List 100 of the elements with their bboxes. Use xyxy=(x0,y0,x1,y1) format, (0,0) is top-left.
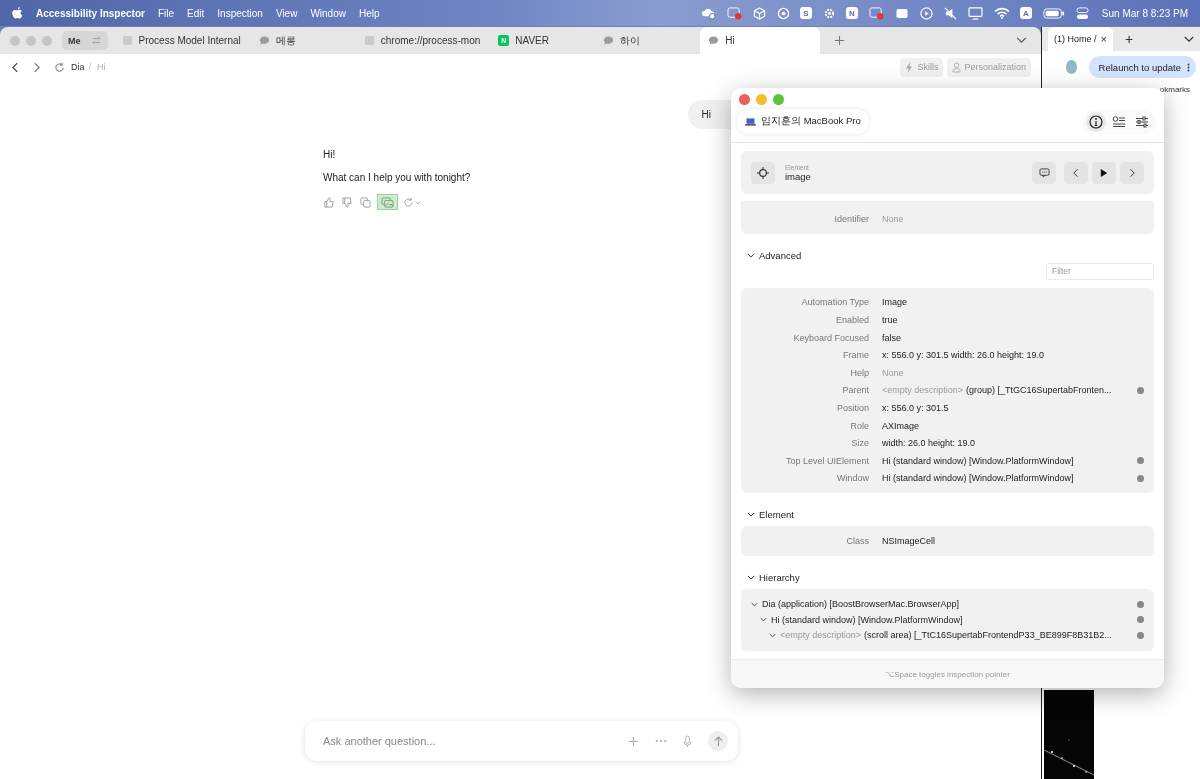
menu-extra-icon[interactable] xyxy=(894,7,909,19)
browser-tab[interactable]: Process Model Internal xyxy=(113,27,251,54)
message-action-button[interactable] xyxy=(323,195,336,209)
status-icon[interactable]: A xyxy=(1019,7,1032,19)
cube-icon[interactable] xyxy=(752,6,766,20)
plus-icon[interactable] xyxy=(628,735,639,747)
chevron-down-icon[interactable] xyxy=(1184,35,1194,43)
microphone-icon[interactable] xyxy=(683,734,692,748)
menu-item[interactable]: File xyxy=(157,7,175,19)
cloud-icon[interactable] xyxy=(700,6,716,20)
more-vertical-icon xyxy=(1187,61,1190,73)
display-icon[interactable] xyxy=(967,6,983,20)
tree-item[interactable]: (scroll area) [_TtC16SupertabFrontendP33_BE899F8B31B2... xyxy=(864,630,1112,641)
message-action-button[interactable] xyxy=(341,195,354,209)
menu-item[interactable]: Inspection xyxy=(217,7,263,19)
navigate-icon[interactable] xyxy=(1137,457,1144,465)
apple-logo-icon[interactable] xyxy=(12,6,23,20)
close-tab-icon[interactable]: × xyxy=(1100,33,1107,45)
property-value: x: 556.0 y: 301.5 xyxy=(882,402,949,413)
more-icon[interactable] xyxy=(655,739,667,743)
message-action-button[interactable] xyxy=(359,195,372,209)
battery-icon[interactable] xyxy=(1042,7,1065,19)
property-value: x: 556.0 y: 301.5 width: 26.0 height: 19.0 xyxy=(882,350,1045,361)
property-label: Keyboard Focused xyxy=(792,332,869,343)
forward-icon[interactable] xyxy=(33,61,40,73)
relaunch-button[interactable]: Relaunch to update xyxy=(1088,56,1196,78)
play-icon[interactable] xyxy=(919,6,933,20)
send-button[interactable] xyxy=(708,731,728,751)
laptop-icon xyxy=(745,117,756,126)
property-label: Class xyxy=(845,535,869,546)
avatar-icon[interactable] xyxy=(1066,60,1077,74)
property-label: Role xyxy=(849,420,869,431)
breadcrumb-item[interactable]: Dia xyxy=(71,62,85,72)
property-value: NSImageCell xyxy=(882,535,936,546)
status-icon[interactable]: N xyxy=(845,7,858,19)
wifi-icon[interactable] xyxy=(993,7,1010,19)
menu-item[interactable]: View xyxy=(275,7,298,19)
disclosure-icon[interactable] xyxy=(747,574,755,580)
menu-bar-clock[interactable]: Sun Mar 8 8:23 PM xyxy=(1101,7,1188,19)
device-picker[interactable]: 임지훈의 MacBook Pro xyxy=(737,109,869,134)
browser-tab[interactable]: 하이 xyxy=(595,27,701,54)
tree-item[interactable]: Hi (standard window) [Window.PlatformWindow] xyxy=(771,614,963,625)
bolt-icon xyxy=(905,61,915,73)
section-header[interactable]: Element xyxy=(741,493,1154,527)
gear-icon[interactable] xyxy=(822,6,836,20)
back-icon[interactable] xyxy=(12,61,19,73)
page-icon xyxy=(121,35,133,46)
property-label: Frame xyxy=(842,350,869,361)
new-tab-icon[interactable] xyxy=(834,35,846,46)
close-icon[interactable] xyxy=(739,94,750,105)
retry-icon xyxy=(404,196,422,208)
menu-item[interactable]: Help xyxy=(358,7,380,19)
swap-icon[interactable] xyxy=(90,35,102,46)
message-action-button[interactable] xyxy=(403,195,423,209)
browser-tab[interactable]: Hi xyxy=(700,27,821,54)
minimize-icon[interactable] xyxy=(756,94,767,105)
zoom-icon[interactable] xyxy=(773,94,784,105)
disclosure-icon[interactable] xyxy=(747,512,755,518)
record-icon[interactable] xyxy=(726,6,742,20)
property-value: Hi (standard window) [Window.PlatformWindow] xyxy=(882,473,1074,484)
navigate-icon[interactable] xyxy=(1137,386,1144,394)
record-icon[interactable] xyxy=(868,6,884,20)
chevron-down-icon[interactable] xyxy=(1016,37,1027,44)
pinned-tab[interactable]: Me xyxy=(62,31,108,50)
property-value: Hi (standard window) [Window.PlatformWindow] xyxy=(882,455,1074,466)
chevron-right-icon xyxy=(1129,167,1135,178)
disclosure-icon[interactable] xyxy=(747,252,755,258)
filter-field[interactable]: Filter xyxy=(1046,262,1154,280)
navigate-icon[interactable] xyxy=(1137,474,1144,482)
chat-bubble-icon xyxy=(708,35,720,46)
crosshair-icon xyxy=(757,166,769,179)
reload-icon[interactable] xyxy=(54,61,65,73)
property-label: Help xyxy=(849,367,869,378)
status-icon[interactable]: S xyxy=(799,7,812,19)
breadcrumb-separator: / xyxy=(88,62,92,72)
message-action-button[interactable] xyxy=(377,194,398,210)
info-icon[interactable] xyxy=(1086,111,1106,132)
tree-item[interactable]: Dia (application) [BoostBrowserMac.BrowserApp] xyxy=(762,599,960,610)
browser-tab[interactable]: 메롱 xyxy=(250,27,356,54)
app-menu[interactable]: Accessibility Inspector xyxy=(36,7,145,19)
speech-bubble-button[interactable] xyxy=(1032,161,1056,184)
play-icon xyxy=(1100,167,1108,178)
property-value: Image xyxy=(882,297,907,308)
bookmarks-label[interactable]: okmarks xyxy=(1159,85,1190,94)
menu-item[interactable]: Window xyxy=(310,7,346,19)
chat-bubble-icon xyxy=(603,35,615,46)
speaker-muted-icon[interactable] xyxy=(943,6,957,20)
play-button[interactable] xyxy=(1092,161,1116,184)
browser-tab[interactable]: (1) Home / × xyxy=(1048,27,1113,51)
new-tab-button[interactable]: + xyxy=(1124,31,1134,47)
assistant-message: What can I help you with tonight? xyxy=(323,172,471,183)
property-label: Automation Type xyxy=(800,297,869,308)
status-icon[interactable] xyxy=(776,6,790,20)
target-button[interactable] xyxy=(751,161,775,184)
thumbs-down-icon xyxy=(342,196,353,208)
property-value-prefix: <empty description> xyxy=(882,385,964,396)
browser-tab[interactable]: chrome://process-mon xyxy=(355,27,491,54)
section-header[interactable]: Hierarchy xyxy=(741,555,1154,589)
control-center-icon[interactable] xyxy=(1075,6,1089,20)
menu-item[interactable]: Edit xyxy=(187,7,205,19)
